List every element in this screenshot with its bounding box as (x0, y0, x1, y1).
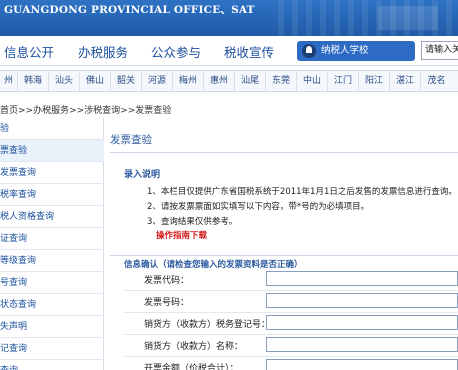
page: GUANGDONG PROVINCIAL OFFICE、SAT 信息公开 办税服… (0, 0, 458, 370)
city-link[interactable]: 韩海 (18, 71, 49, 91)
invoice-code-label: 发票代码： (144, 276, 190, 286)
guide-download-link[interactable]: 操作指南下载 (156, 229, 207, 241)
seller-name-input[interactable] (266, 337, 458, 352)
nav-item-public[interactable]: 公众参与 (151, 42, 201, 61)
city-link[interactable]: 韶关 (111, 71, 142, 91)
invoice-number-input[interactable] (266, 293, 458, 308)
city-link[interactable]: 汕头 (49, 71, 80, 91)
site-title: GUANGDONG PROVINCIAL OFFICE、SAT (4, 4, 255, 16)
city-link[interactable]: 中山 (297, 71, 328, 91)
sidebar-item[interactable]: 证查询 (0, 228, 104, 250)
seller-name-label: 销货方（收款方）名称： (144, 342, 244, 352)
city-bar: 州 韩海 汕头 佛山 韶关 河源 梅州 惠州 汕尾 东莞 中山 江门 阳江 湛江… (0, 70, 458, 92)
taxpayer-school-button[interactable]: 纳税人学校 (297, 41, 415, 61)
note-line: 3、查询结果仅供参考。 (147, 217, 238, 227)
sidebar-item[interactable]: 号查询 (0, 272, 104, 294)
sidebar-item[interactable]: 失声明 (0, 316, 104, 338)
seller-tax-id-label: 销货方（收款方）税务登记号： (144, 320, 271, 330)
header-banner: GUANGDONG PROVINCIAL OFFICE、SAT (0, 0, 458, 36)
search-input[interactable]: 请输入关 (421, 41, 458, 60)
invoice-amount-input[interactable] (266, 359, 458, 370)
city-link[interactable]: 阳江 (359, 71, 390, 91)
sidebar-item[interactable]: 记查询 (0, 338, 104, 360)
notes-heading: 录入说明 (124, 170, 161, 180)
sidebar-item[interactable]: 税人资格查询 (0, 206, 104, 228)
sidebar-item[interactable]: 税率查询 (0, 184, 104, 206)
title-divider (110, 152, 458, 153)
main-content: 发票查验 录入说明 1、本栏目仅提供广东省国税系统于2011年1月1日之后发售的… (110, 118, 458, 370)
note-line: 2、请按发票票面如实填写以下内容，带*号的为必填项目。 (147, 202, 370, 212)
sidebar-item-invoice-check[interactable]: 票查验 (0, 140, 104, 162)
sidebar: 验 票查验 发票查询 税率查询 税人资格查询 证查询 等级查询 号查询 状态查询… (0, 118, 104, 370)
city-link[interactable]: 惠州 (204, 71, 235, 91)
city-link[interactable]: 东莞 (266, 71, 297, 91)
sidebar-item[interactable]: 验 (0, 118, 104, 140)
invoice-code-input[interactable] (266, 271, 458, 286)
city-link[interactable]: 湛江 (390, 71, 421, 91)
user-icon (302, 44, 316, 58)
row-divider (124, 312, 458, 313)
invoice-number-label: 发票号码： (144, 298, 190, 308)
sidebar-item[interactable]: 状态查询 (0, 294, 104, 316)
city-link[interactable]: 茂名 (421, 71, 452, 91)
city-link[interactable]: 河源 (142, 71, 173, 91)
breadcrumb: 首页>>办税服务>>涉税查询>>发票查验 (0, 106, 172, 116)
nav-item-tax-service[interactable]: 办税服务 (78, 42, 128, 61)
city-link[interactable]: 州 (0, 71, 18, 91)
sidebar-item[interactable]: 等级查询 (0, 250, 104, 272)
row-divider (124, 290, 458, 291)
city-link[interactable]: 佛山 (80, 71, 111, 91)
city-link[interactable]: 梅州 (173, 71, 204, 91)
taxpayer-school-label: 纳税人学校 (321, 45, 369, 56)
city-link[interactable]: 汕尾 (235, 71, 266, 91)
sidebar-item[interactable]: 查询 (0, 360, 104, 370)
city-link[interactable]: 江门 (328, 71, 359, 91)
form-heading: 信息确认（请检查您输入的发票资料是否正确） (124, 260, 303, 270)
note-line: 1、本栏目仅提供广东省国税系统于2011年1月1日之后发售的发票信息进行查询。 (147, 187, 457, 197)
row-divider (124, 334, 458, 335)
page-title: 发票查验 (110, 134, 152, 146)
seller-tax-id-input[interactable] (266, 315, 458, 330)
nav-item-publicity[interactable]: 税收宣传 (224, 42, 274, 61)
sidebar-item[interactable]: 发票查询 (0, 162, 104, 184)
row-divider (124, 356, 458, 357)
invoice-amount-label: 开票金额（价税合计）： (144, 364, 239, 370)
nav-item-info[interactable]: 信息公开 (4, 42, 54, 61)
banner-decoration-block (378, 6, 438, 30)
form-divider (110, 255, 458, 256)
main-nav: 信息公开 办税服务 公众参与 税收宣传 纳税人学校 请输入关 (0, 36, 458, 66)
